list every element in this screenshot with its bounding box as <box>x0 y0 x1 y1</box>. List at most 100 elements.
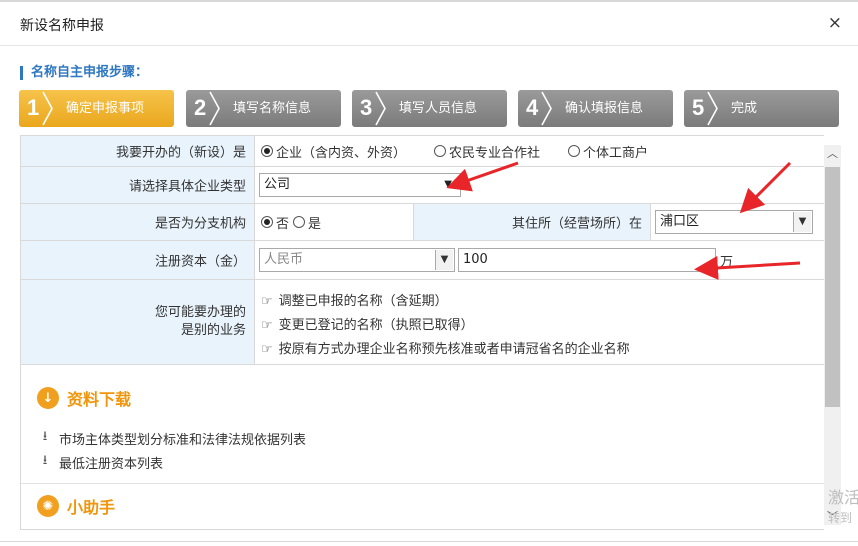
step-number: 3 <box>360 95 373 120</box>
download-icon: ⭳ <box>42 429 48 444</box>
link-adjust-name[interactable]: ☞ 调整已申报的名称（含延期） <box>261 290 448 309</box>
company-type-select[interactable]: 公司 ▼ <box>259 173 461 197</box>
watermark-line: 激活 <box>828 488 858 507</box>
downloads-heading: ↓ 资料下载 <box>37 386 131 410</box>
pointing-hand-icon: ☞ <box>261 342 273 357</box>
radio-unchecked-icon <box>434 145 447 157</box>
capital-unit: 万 <box>720 255 734 270</box>
vertical-scrollbar[interactable]: ︿ ﹀ <box>824 145 841 525</box>
branch-radios: 否 是 <box>261 204 349 240</box>
row-branch: 是否为分支机构 否 是 其住所（经营场所）在 浦口区 ▼ <box>21 204 824 241</box>
open-type-radios: 企业（含内资、外资） 农民专业合作社 个体工商户 <box>261 136 676 166</box>
window-bottom-border <box>0 541 858 542</box>
radio-branch-no[interactable]: 否 <box>261 213 289 232</box>
currency-select[interactable]: 人民币 ▼ <box>259 248 455 272</box>
capital-amount-input[interactable]: 100 <box>458 248 716 272</box>
step-label: 确定申报事项 <box>66 101 145 116</box>
link-label: 变更已登记的名称（执照已取得） <box>278 318 474 333</box>
label-line: 您可能要办理的 <box>154 305 246 320</box>
other-business-links: ☞ 调整已申报的名称（含延期） ☞ 变更已登记的名称（执照已取得） ☞ 按原有方式办理… <box>255 280 815 364</box>
dropdown-arrow-icon: ▼ <box>444 179 452 190</box>
radio-label: 否 <box>276 216 290 232</box>
step-label: 填写人员信息 <box>399 101 478 116</box>
chevron-right-icon <box>541 91 552 126</box>
download-link-label: 市场主体类型划分标准和法律法规依据列表 <box>59 432 307 448</box>
download-link-classification[interactable]: ⭳ 市场主体类型划分标准和法律法规依据列表 <box>37 427 306 449</box>
download-link-label: 最低注册资本列表 <box>59 456 164 472</box>
link-label: 按原有方式办理企业名称预先核准或者申请冠省名的企业名称 <box>278 342 630 357</box>
step-label: 确认填报信息 <box>565 101 644 116</box>
step-1: 1 确定申报事项 <box>19 90 174 127</box>
dialog-title: 新设名称申报 <box>20 18 104 34</box>
download-circle-icon: ↓ <box>37 387 59 409</box>
steps-heading: 名称自主申报步骤： <box>20 66 148 80</box>
radio-branch-yes[interactable]: 是 <box>293 213 321 232</box>
activation-watermark: 激活 转到 <box>828 488 858 528</box>
label-cell: 请选择具体企业类型 <box>21 167 255 203</box>
radio-enterprise[interactable]: 企业（含内资、外资） <box>261 142 406 161</box>
title-divider <box>0 45 858 46</box>
scroll-up-icon[interactable]: ︿ <box>824 145 841 162</box>
label-line: 是别的业务 <box>180 323 246 338</box>
label-cell: 注册资本（金） <box>21 241 255 279</box>
label-cell: 我要开办的（新设）是 <box>21 136 255 166</box>
downloads-heading-text: 资料下载 <box>67 390 132 409</box>
chevron-right-icon <box>209 91 220 126</box>
branch-label: 是否为分支机构 <box>154 216 246 232</box>
residence-select[interactable]: 浦口区 ▼ <box>655 210 813 234</box>
radio-label: 是 <box>308 216 322 232</box>
open-type-label: 我要开办的（新设）是 <box>115 145 246 161</box>
helper-heading: ✺ 小助手 <box>37 494 115 518</box>
radio-cooperative[interactable]: 农民专业合作社 <box>434 142 540 161</box>
radio-label: 企业（含内资、外资） <box>276 145 407 161</box>
pointing-hand-icon: ☞ <box>261 294 273 309</box>
download-icon: ⭳ <box>42 453 48 468</box>
capital-label: 注册资本（金） <box>154 254 246 270</box>
step-progress: 1 确定申报事项 2 填写名称信息 3 填写人员信息 4 确认填报信息 5 完成 <box>19 90 839 127</box>
watermark-line: 转到 <box>828 511 853 525</box>
capital-amount-value: 100 <box>463 252 488 267</box>
currency-value: 人民币 <box>264 252 304 267</box>
step-5: 5 完成 <box>684 90 839 127</box>
row-capital: 注册资本（金） 人民币 ▼ 100 万 <box>21 241 824 280</box>
step-4: 4 确认填报信息 <box>518 90 673 127</box>
row-company-type: 请选择具体企业类型 公司 ▼ <box>21 167 824 204</box>
step-2: 2 填写名称信息 <box>186 90 341 127</box>
link-change-name[interactable]: ☞ 变更已登记的名称（执照已取得） <box>261 314 474 333</box>
step-number: 5 <box>692 95 705 120</box>
step-label: 填写名称信息 <box>233 101 312 116</box>
company-type-value: 公司 <box>264 177 291 192</box>
chevron-down-icon: ▼ <box>435 250 453 270</box>
close-button[interactable]: × <box>828 13 842 33</box>
window-top-border <box>0 0 858 2</box>
scrollbar-thumb[interactable] <box>825 167 840 407</box>
step-3: 3 填写人员信息 <box>352 90 507 127</box>
pointing-hand-icon: ☞ <box>261 318 273 333</box>
row-open-type: 我要开办的（新设）是 企业（含内资、外资） 农民专业合作社 个体工商户 <box>21 136 824 167</box>
radio-label: 个体工商户 <box>583 145 649 161</box>
radio-checked-icon <box>261 216 273 228</box>
chevron-right-icon <box>375 91 386 126</box>
chevron-down-icon: ▼ <box>793 212 811 232</box>
company-type-label: 请选择具体企业类型 <box>128 179 246 195</box>
label-cell: 您可能要办理的 是别的业务 <box>21 280 255 364</box>
radio-unchecked-icon <box>568 145 581 157</box>
residence-value: 浦口区 <box>660 214 700 229</box>
residence-label-cell: 其住所（经营场所）在 <box>413 204 651 240</box>
link-original-method[interactable]: ☞ 按原有方式办理企业名称预先核准或者申请冠省名的企业名称 <box>261 338 630 357</box>
radio-individual[interactable]: 个体工商户 <box>568 142 648 161</box>
step-number: 2 <box>194 95 207 120</box>
label-cell: 是否为分支机构 <box>21 204 255 240</box>
step-number: 4 <box>526 95 539 120</box>
step-label: 完成 <box>731 101 758 116</box>
section-divider <box>21 483 824 484</box>
link-label: 调整已申报的名称（含延期） <box>278 294 448 309</box>
chevron-right-icon <box>707 91 718 126</box>
form-panel: 我要开办的（新设）是 企业（含内资、外资） 农民专业合作社 个体工商户 请选择具… <box>20 135 824 530</box>
other-business-label: 您可能要办理的 是别的业务 <box>155 304 246 340</box>
step-number: 1 <box>27 95 40 120</box>
download-link-min-capital[interactable]: ⭳ 最低注册资本列表 <box>37 451 163 473</box>
radio-unchecked-icon <box>293 216 306 228</box>
residence-label: 其住所（经营场所）在 <box>511 216 642 232</box>
helper-heading-text: 小助手 <box>67 498 116 517</box>
